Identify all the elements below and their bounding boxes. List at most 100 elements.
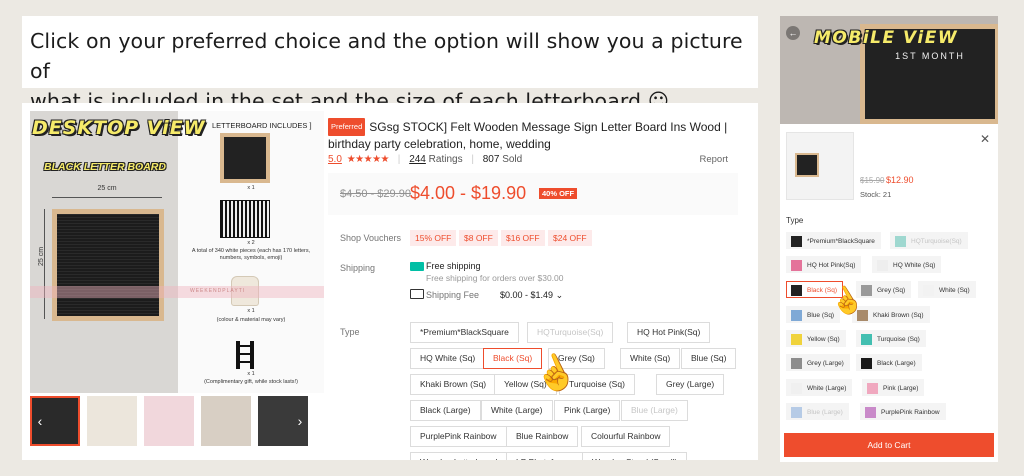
- desktop-view-overlay-title: DESKTOP ViEW: [32, 117, 206, 139]
- mobile-stock: Stock: 21: [860, 190, 892, 199]
- black-board-picture: [52, 209, 164, 321]
- truck-icon: [410, 289, 424, 299]
- watermark-text: WEEKENDPLAYTI: [190, 288, 246, 294]
- option-black-large[interactable]: Black (Large): [410, 400, 481, 421]
- mobile-option-white-sq[interactable]: White (Sq): [918, 281, 976, 298]
- includes-heading: LETTERBOARD INCLUDES ]: [212, 121, 312, 130]
- variation-sheet: ✕ $15.90 $12.90 Stock: 21 Type *Premium*…: [780, 124, 998, 462]
- back-arrow-icon[interactable]: ←: [786, 26, 800, 40]
- included-stand-icon: [236, 341, 254, 369]
- chevron-left-icon[interactable]: ‹: [32, 413, 48, 429]
- option-white-large[interactable]: White (Large): [481, 400, 553, 421]
- voucher-24-off[interactable]: $24 OFF: [548, 230, 592, 246]
- width-label: 25 cm: [97, 185, 117, 192]
- mobile-option-pink-large[interactable]: Pink (Large): [862, 379, 925, 396]
- type-label: Type: [340, 327, 360, 337]
- product-info: Preferred SGsg STOCK] Felt Wooden Message…: [328, 103, 758, 460]
- free-shipping-icon: [410, 262, 424, 271]
- chevron-down-icon: ⌄: [555, 290, 564, 300]
- option-colourful-rainbow[interactable]: Colourful Rainbow: [581, 426, 671, 447]
- black-letter-board-title: BLACK LETTER BOARD: [44, 161, 166, 173]
- mobile-view-panel: 1ST MONTH ← MOBiLE ViEW ✕ $15.90 $12.90 …: [780, 16, 998, 462]
- ratings-label: Ratings: [428, 154, 463, 165]
- included-board-qty: x 1: [247, 185, 255, 191]
- shipping-label: Shipping: [340, 263, 376, 273]
- mobile-option-khaki-brown-sq[interactable]: Khaki Brown (Sq): [852, 306, 930, 323]
- mobile-option-turquoise-sq[interactable]: Turquoise (Sq): [856, 330, 926, 347]
- included-letters-qty: x 2: [247, 240, 255, 246]
- option-hq-hot-pink-sq[interactable]: HQ Hot Pink(Sq): [627, 322, 711, 343]
- thumbnail-3[interactable]: [144, 396, 194, 446]
- mobile-option-hq-white-sq[interactable]: HQ White (Sq): [872, 256, 942, 273]
- mobile-option-yellow-sq[interactable]: Yellow (Sq): [786, 330, 846, 347]
- mobile-view-overlay-title: MOBiLE ViEW: [814, 28, 959, 48]
- option-pink-large[interactable]: Pink (Large): [554, 400, 621, 421]
- mobile-option-purplepink-rainbow[interactable]: PurplePink Rainbow: [860, 403, 946, 420]
- option-wooden-stand-small[interactable]: Wooden Stand (Small): [582, 452, 688, 460]
- product-title-text: SGsg STOCK] Felt Wooden Message Sign Let…: [328, 120, 728, 151]
- option-purplepink-rainbow[interactable]: PurplePink Rainbow: [410, 426, 507, 447]
- option-hq-white-sq[interactable]: HQ White (Sq): [410, 348, 486, 369]
- mobile-option-grey-sq[interactable]: Grey (Sq): [856, 281, 912, 298]
- mobile-option-black-large[interactable]: Black (Large): [856, 354, 922, 371]
- voucher-16-off[interactable]: $16 OFF: [501, 230, 545, 246]
- option-khaki-brown-sq[interactable]: Khaki Brown (Sq): [410, 374, 497, 395]
- product-title: Preferred SGsg STOCK] Felt Wooden Message…: [328, 118, 738, 152]
- width-line: [52, 197, 162, 198]
- product-main-image[interactable]: BLACK LETTER BOARD 25 cm 25 cm LETTERBOA…: [30, 111, 324, 393]
- discount-badge: 40% OFF: [539, 188, 578, 199]
- free-shipping-text: Free shipping: [426, 261, 481, 271]
- included-pouch-caption: (colour & material may vary): [216, 317, 286, 323]
- thumbnail-4[interactable]: [201, 396, 251, 446]
- included-board-icon: [220, 133, 270, 183]
- option-premium-blacksquare[interactable]: *Premium*BlackSquare: [410, 322, 519, 343]
- option-blue-sq[interactable]: Blue (Sq): [681, 348, 737, 369]
- ratings-count[interactable]: 244: [409, 154, 426, 165]
- included-stand-caption: (Complimentary gift, while stock lasts!): [204, 379, 298, 385]
- price-box: $4.50 - $29.90 $4.00 - $19.90 40% OFF: [328, 173, 738, 215]
- shop-vouchers-label: Shop Vouchers: [340, 233, 402, 243]
- mobile-option-grey-large[interactable]: Grey (Large): [786, 354, 850, 371]
- option-white-sq[interactable]: White (Sq): [620, 348, 681, 369]
- instruction-line-1: Click on your preferred choice and the o…: [30, 29, 743, 83]
- voucher-8-off[interactable]: $8 OFF: [459, 230, 498, 246]
- included-letters-icon: [220, 200, 270, 238]
- included-letters-caption: A total of 340 white pieces (each has 17…: [191, 248, 311, 261]
- rating-score[interactable]: 5.0: [328, 154, 342, 165]
- mobile-current-price: $12.90: [886, 175, 914, 185]
- mobile-option-white-large[interactable]: White (Large): [786, 379, 853, 396]
- instruction-banner: Click on your preferred choice and the o…: [22, 16, 758, 113]
- mobile-option-premium-blacksquare[interactable]: *Premium*BlackSquare: [786, 232, 881, 249]
- voucher-15-off[interactable]: 15% OFF: [410, 230, 457, 246]
- option-wooden-letterboard[interactable]: Wooden Letterboard: [410, 452, 508, 460]
- includes-image: LETTERBOARD INCLUDES ] x 1 x 2 A total o…: [178, 111, 324, 393]
- mobile-original-price: $15.90: [860, 176, 885, 185]
- option-blue-rainbow[interactable]: Blue Rainbow: [506, 426, 579, 447]
- included-pouch-qty: x 1: [247, 308, 255, 314]
- mobile-product-photo: 1ST MONTH ← MOBiLE ViEW: [780, 16, 998, 124]
- mobile-type-label: Type: [786, 216, 804, 225]
- included-stand-qty: x 1: [247, 371, 255, 377]
- mobile-option-hq-hot-pink-sq[interactable]: HQ Hot Pink(Sq): [786, 256, 862, 273]
- sold-count: 807: [482, 154, 500, 165]
- free-shipping-subtext: Free shipping for orders over $30.00: [426, 273, 564, 283]
- chevron-right-icon[interactable]: ›: [292, 413, 308, 429]
- variation-thumbnail: [786, 132, 854, 200]
- shipping-fee-value[interactable]: $0.00 - $1.49 ⌄: [500, 290, 563, 301]
- mobile-option-blue-large[interactable]: Blue (Large): [786, 403, 849, 420]
- option-lp-photoframe[interactable]: LP Photoframe: [506, 452, 583, 460]
- add-to-cart-button[interactable]: Add to Cart: [784, 433, 994, 457]
- mobile-option-hq-turquoise-sq[interactable]: HQTurquoise(Sq): [890, 232, 968, 249]
- option-blue-large[interactable]: Blue (Large): [621, 400, 688, 421]
- option-grey-large[interactable]: Grey (Large): [656, 374, 725, 395]
- preferred-badge: Preferred: [328, 118, 366, 136]
- board-dimension-image: BLACK LETTER BOARD 25 cm 25 cm: [30, 111, 178, 393]
- report-link[interactable]: Report: [699, 154, 728, 165]
- desktop-view-panel: BLACK LETTER BOARD 25 cm 25 cm LETTERBOA…: [22, 103, 758, 460]
- rating-row: 5.0 ★★★★★ | 244 Ratings | 807 Sold: [328, 154, 523, 165]
- height-label: 25 cm: [38, 246, 46, 267]
- thumbnail-2[interactable]: [87, 396, 137, 446]
- option-hq-turquoise-sq[interactable]: HQTurquoise(Sq): [527, 322, 614, 343]
- star-rating-icon: ★★★★★: [346, 154, 390, 165]
- close-icon[interactable]: ✕: [980, 132, 990, 146]
